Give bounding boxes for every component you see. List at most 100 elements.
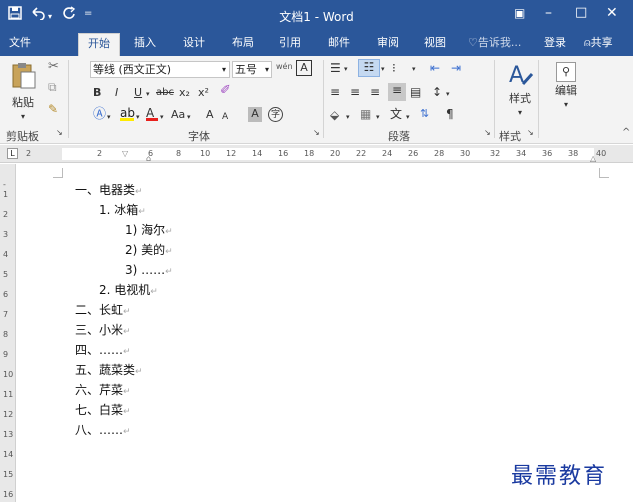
font-launcher-icon[interactable]: ↘ (313, 128, 320, 137)
shrink-font-button[interactable]: A (222, 110, 228, 124)
cut-icon[interactable]: ✂ (48, 60, 59, 74)
decrease-indent-icon[interactable]: ⇤ (430, 61, 440, 75)
paste-button[interactable]: 粘贴 ▾ (8, 60, 38, 124)
paragraph-launcher-icon[interactable]: ↘ (484, 128, 491, 137)
format-painter-icon[interactable]: ✎ (48, 102, 58, 116)
strikethrough-button[interactable]: abc (156, 86, 174, 100)
bold-button[interactable]: B (93, 86, 101, 100)
tab-view[interactable]: 视图 (424, 35, 446, 50)
list-item[interactable]: 一、电器类↵ (75, 182, 143, 200)
tab-design[interactable]: 设计 (183, 35, 205, 50)
vertical-ruler[interactable]: - 1 2 3 4 5 6 7 8 9 10 11 12 13 14 15 16 (0, 164, 16, 502)
multilevel-list-icon[interactable]: ⁝ (392, 61, 396, 75)
copy-icon[interactable]: ⧉ (48, 80, 57, 94)
chevron-down-icon[interactable]: ▾ (136, 110, 140, 124)
show-marks-icon[interactable]: ¶ (446, 107, 454, 121)
chevron-down-icon[interactable]: ▾ (344, 62, 348, 76)
list-item[interactable]: 二、长虹↵ (75, 302, 131, 320)
shading-icon[interactable]: ⬙ (330, 108, 339, 122)
chevron-down-icon[interactable]: ▾ (406, 110, 410, 124)
phonetic-guide-button[interactable]: wén (276, 60, 293, 74)
chevron-down-icon[interactable]: ▾ (346, 110, 350, 124)
list-item[interactable]: 五、蔬菜类↵ (75, 362, 143, 380)
list-item[interactable]: 八、……↵ (75, 422, 131, 440)
tab-review[interactable]: 审阅 (377, 35, 399, 50)
list-item[interactable]: 六、芹菜↵ (75, 382, 131, 400)
paragraph-group-label: 段落 (388, 130, 410, 143)
document-page[interactable]: 一、电器类↵ 1. 冰箱↵ 1) 海尔↵ 2) 美的↵ 3) ……↵ 2. 电视… (17, 164, 633, 502)
text-effects-icon[interactable]: Ⓐ (93, 108, 106, 122)
grow-font-button[interactable]: A (206, 108, 214, 122)
list-item[interactable]: 3) ……↵ (125, 262, 173, 280)
tab-file[interactable]: 文件 (9, 35, 31, 50)
maximize-button[interactable]: □ (575, 5, 587, 21)
clipboard-launcher-icon[interactable]: ↘ (56, 128, 63, 137)
superscript-button[interactable]: x² (198, 86, 209, 100)
list-item[interactable]: 2) 美的↵ (125, 242, 173, 260)
chevron-down-icon[interactable]: ▾ (381, 62, 385, 76)
line-spacing-icon[interactable]: ↕ (432, 85, 442, 99)
sort-icon[interactable]: ⇅ (420, 107, 429, 121)
tell-me-box[interactable]: ♡告诉我... (468, 35, 521, 50)
highlight-icon[interactable]: ab (120, 106, 135, 121)
chinese-layout-icon[interactable]: 文 (390, 107, 402, 121)
list-item[interactable]: 七、白菜↵ (75, 402, 131, 420)
share-button[interactable]: ⍝共享 (584, 35, 613, 50)
chevron-down-icon[interactable]: ▾ (160, 110, 164, 124)
first-line-indent-icon[interactable]: ▽ (122, 149, 128, 158)
change-case-button[interactable]: Aa (171, 108, 185, 122)
tab-home[interactable]: 开始 (78, 33, 120, 56)
font-size-select[interactable]: 五号 ▾ (232, 61, 272, 78)
tab-layout[interactable]: 布局 (232, 35, 254, 50)
subscript-button[interactable]: x₂ (179, 86, 190, 100)
list-item[interactable]: 1. 冰箱↵ (99, 202, 146, 220)
char-border-button[interactable]: A (296, 60, 312, 76)
styles-button[interactable]: A 样式 ▾ (502, 60, 538, 120)
font-color-icon[interactable]: A (146, 106, 158, 121)
chevron-down-icon[interactable]: ▾ (187, 110, 191, 124)
vruler-mark: 5 (3, 270, 9, 279)
chevron-down-icon[interactable]: ▾ (376, 110, 380, 124)
list-item[interactable]: 1) 海尔↵ (125, 222, 173, 240)
align-center-icon[interactable]: ≡ (350, 85, 360, 99)
clipboard-group-label: 剪贴板 (6, 130, 39, 143)
justify-icon[interactable]: ≡ (388, 83, 406, 101)
bullets-icon[interactable]: ☰ (330, 61, 341, 75)
underline-dropdown-icon[interactable]: ▾ (146, 87, 150, 101)
list-item[interactable]: 四、……↵ (75, 342, 131, 360)
minimize-button[interactable]: – (545, 5, 552, 21)
list-item[interactable]: 三、小米↵ (75, 322, 131, 340)
group-divider (494, 60, 495, 138)
collapse-ribbon-icon[interactable]: ^ (622, 126, 630, 140)
editing-button[interactable]: ⚲ 编辑 ▾ (546, 60, 586, 112)
clear-formatting-icon[interactable]: ✐ (220, 84, 231, 98)
tab-insert[interactable]: 插入 (134, 35, 156, 50)
horizontal-ruler[interactable]: L 2 2 ▽ 6 8 10 12 14 16 18 20 22 24 26 2… (0, 145, 633, 163)
font-name-value: 等线 (西文正文) (93, 63, 172, 76)
tab-references[interactable]: 引用 (279, 35, 301, 50)
distributed-icon[interactable]: ▤ (410, 85, 421, 99)
enclose-chars-button[interactable]: 字 (268, 107, 283, 122)
group-divider (323, 60, 324, 138)
chevron-down-icon[interactable]: ▾ (107, 110, 111, 124)
list-item[interactable]: 2. 电视机↵ (99, 282, 158, 300)
numbering-icon[interactable]: ☷ (358, 59, 380, 77)
align-right-icon[interactable]: ≡ (370, 85, 380, 99)
italic-button[interactable]: I (115, 86, 118, 100)
close-button[interactable]: ✕ (606, 5, 618, 21)
align-left-icon[interactable]: ≡ (330, 85, 340, 99)
increase-indent-icon[interactable]: ⇥ (451, 61, 461, 75)
tab-selector-icon[interactable]: L (7, 148, 18, 159)
borders-icon[interactable]: ▦ (360, 107, 371, 121)
hanging-indent-icon[interactable]: ⌂ (146, 154, 151, 163)
right-indent-icon[interactable]: △ (590, 154, 596, 163)
underline-button[interactable]: U (134, 86, 142, 100)
chevron-down-icon[interactable]: ▾ (412, 62, 416, 76)
font-name-select[interactable]: 等线 (西文正文) ▾ (90, 61, 230, 78)
char-shading-button[interactable]: A (248, 107, 262, 122)
login-link[interactable]: 登录 (544, 35, 566, 50)
styles-launcher-icon[interactable]: ↘ (527, 128, 534, 137)
chevron-down-icon[interactable]: ▾ (446, 87, 450, 101)
ribbon-display-options-icon[interactable]: ▣ (514, 5, 525, 21)
tab-mailings[interactable]: 邮件 (328, 35, 350, 50)
